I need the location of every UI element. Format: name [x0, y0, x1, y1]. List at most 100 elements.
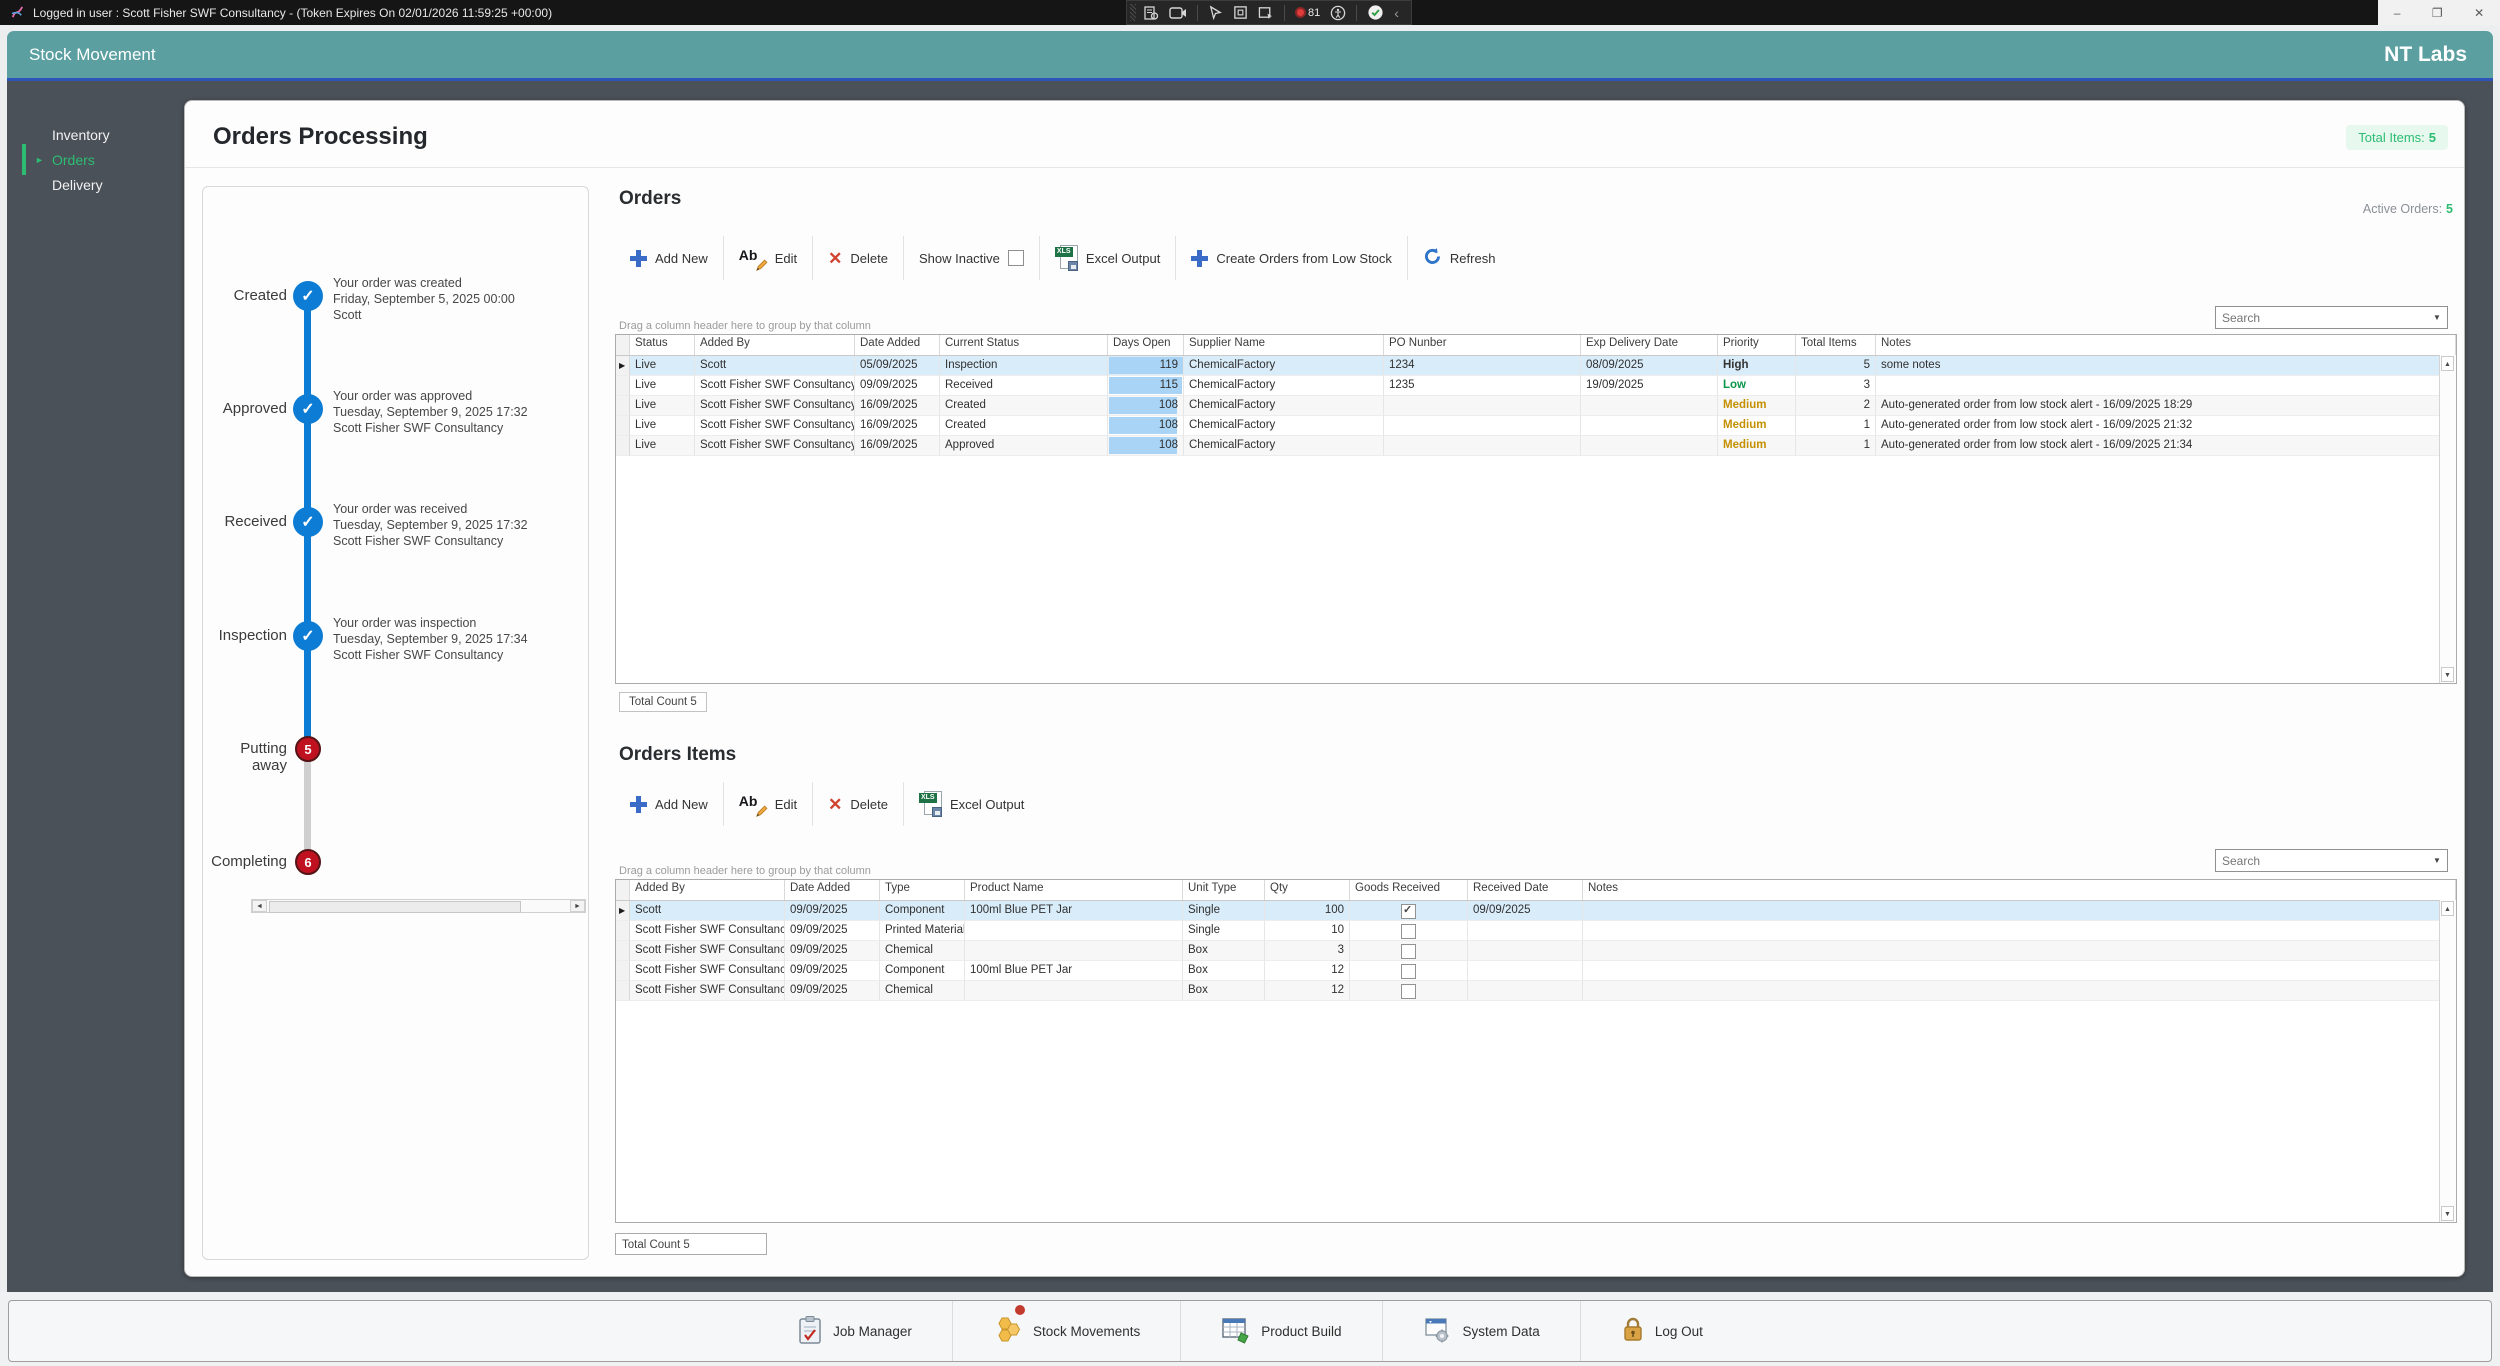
sidebar-item-inventory[interactable]: Inventory [12, 122, 180, 147]
table-row[interactable]: Scott Fisher SWF Consultancy09/09/2025Ch… [616, 981, 2456, 1001]
camera-icon[interactable] [1169, 6, 1187, 20]
column-header[interactable]: Supplier Name [1184, 335, 1384, 355]
timeline-check-node[interactable]: ✓ [293, 394, 323, 424]
recorder-settings-icon[interactable] [1143, 5, 1159, 21]
column-header[interactable]: Notes [1583, 880, 2456, 900]
button-label: System Data [1463, 1324, 1540, 1339]
column-header[interactable]: Date Added [785, 880, 880, 900]
cell: Medium [1718, 396, 1796, 416]
collapse-chevron-icon[interactable]: ‹ [1394, 6, 1399, 20]
refresh-button[interactable]: Refresh [1408, 247, 1511, 269]
sidebar-item-delivery[interactable]: Delivery [12, 172, 180, 197]
edit-button[interactable]: Ab Edit [724, 793, 812, 815]
vertical-scrollbar[interactable]: ▲ ▼ [2439, 355, 2456, 683]
scroll-down-button[interactable]: ▼ [2441, 667, 2454, 682]
edit-button[interactable]: Ab Edit [724, 247, 812, 269]
search-input[interactable] [2216, 854, 2427, 868]
column-header[interactable]: Status [630, 335, 695, 355]
active-orders-label: Active Orders: [2363, 202, 2442, 216]
scroll-up-button[interactable]: ▲ [2441, 901, 2454, 916]
job-manager-button[interactable]: Job Manager [757, 1301, 952, 1361]
accessibility-icon[interactable] [1330, 5, 1346, 21]
create-orders-from-low-stock-button[interactable]: Create Orders from Low Stock [1176, 250, 1407, 267]
timeline-pending-node[interactable]: 5 [295, 736, 321, 762]
restore-button[interactable]: ❐ [2432, 6, 2443, 20]
scroll-down-button[interactable]: ▼ [2441, 1206, 2454, 1221]
column-header[interactable]: Days Open [1108, 335, 1184, 355]
column-header[interactable]: Type [880, 880, 965, 900]
timeline-pending-node[interactable]: 6 [295, 849, 321, 875]
table-row[interactable]: LiveScott Fisher SWF Consultancy16/09/20… [616, 416, 2456, 436]
add-new-button[interactable]: Add New [615, 796, 723, 813]
scroll-left-button[interactable]: ◄ [252, 900, 267, 912]
column-header[interactable]: Priority [1718, 335, 1796, 355]
dropdown-caret-icon[interactable]: ▼ [2427, 313, 2447, 322]
dropdown-caret-icon[interactable]: ▼ [2427, 856, 2447, 865]
scroll-right-button[interactable]: ► [570, 900, 585, 912]
stock-movements-button[interactable]: Stock Movements [953, 1301, 1180, 1361]
timeline-check-node[interactable]: ✓ [293, 281, 323, 311]
goods-received-checkbox[interactable] [1401, 964, 1416, 979]
goods-received-checkbox[interactable] [1401, 924, 1416, 939]
table-row[interactable]: LiveScott Fisher SWF Consultancy16/09/20… [616, 436, 2456, 456]
search-input[interactable] [2216, 311, 2427, 325]
column-header[interactable]: Added By [695, 335, 855, 355]
log-out-button[interactable]: Log Out [1581, 1301, 1743, 1361]
table-row[interactable]: LiveScott Fisher SWF Consultancy16/09/20… [616, 396, 2456, 416]
orders-items-total-count[interactable]: Total Count 5 [615, 1233, 767, 1255]
vertical-scrollbar[interactable]: ▲ ▼ [2439, 900, 2456, 1222]
goods-received-checkbox[interactable] [1401, 984, 1416, 999]
cell: Scott Fisher SWF Consultancy [630, 981, 785, 1001]
region-select-icon[interactable] [1233, 5, 1248, 20]
scroll-up-button[interactable]: ▲ [2441, 356, 2454, 371]
goods-received-checkbox[interactable] [1401, 944, 1416, 959]
cell: Live [630, 416, 695, 436]
column-header[interactable]: Received Date [1468, 880, 1583, 900]
delete-button[interactable]: ✕ Delete [813, 250, 903, 267]
table-row[interactable]: ▶LiveScott05/09/2025Inspection119Chemica… [616, 356, 2456, 376]
column-header[interactable]: Notes [1876, 335, 2456, 355]
status-ok-icon[interactable] [1367, 4, 1384, 21]
timeline-horizontal-scrollbar[interactable]: ◄ ► [251, 899, 586, 913]
table-row[interactable]: Scott Fisher SWF Consultancy09/09/2025Ch… [616, 941, 2456, 961]
minimize-button[interactable]: – [2394, 6, 2401, 20]
column-header[interactable]: Qty [1265, 880, 1350, 900]
table-row[interactable]: Scott Fisher SWF Consultancy09/09/2025Pr… [616, 921, 2456, 941]
column-header[interactable]: Added By [630, 880, 785, 900]
delete-button[interactable]: ✕ Delete [813, 796, 903, 813]
column-header[interactable]: Total Items [1796, 335, 1876, 355]
excel-output-button[interactable]: XLS Excel Output [1040, 245, 1175, 271]
cell: 19/09/2025 [1581, 376, 1718, 396]
column-header[interactable]: PO Nunber [1384, 335, 1581, 355]
scrollbar-thumb[interactable] [269, 901, 521, 913]
window-select-icon[interactable] [1258, 5, 1274, 20]
system-data-button[interactable]: System Data [1383, 1301, 1580, 1361]
delete-x-icon: ✕ [828, 250, 842, 267]
column-header[interactable]: Product Name [965, 880, 1183, 900]
timeline-check-node[interactable]: ✓ [293, 507, 323, 537]
add-new-button[interactable]: Add New [615, 250, 723, 267]
product-build-button[interactable]: Product Build [1181, 1301, 1381, 1361]
goods-received-checkbox[interactable] [1401, 904, 1416, 919]
show-inactive-checkbox[interactable] [1008, 250, 1024, 266]
sidebar-item-orders[interactable]: ► Orders [12, 147, 180, 172]
days-open-value: 108 [1159, 438, 1178, 453]
table-row[interactable]: Scott Fisher SWF Consultancy09/09/2025Co… [616, 961, 2456, 981]
column-header[interactable]: Goods Received [1350, 880, 1468, 900]
timeline-check-node[interactable]: ✓ [293, 621, 323, 651]
table-row[interactable]: ▶Scott09/09/2025Component100ml Blue PET … [616, 901, 2456, 921]
show-inactive-toggle[interactable]: Show Inactive [904, 250, 1039, 266]
excel-output-button[interactable]: XLS Excel Output [904, 791, 1039, 817]
column-header[interactable]: Unit Type [1183, 880, 1265, 900]
priority-value: Medium [1723, 399, 1766, 411]
cell [1581, 416, 1718, 436]
cell: 09/09/2025 [785, 961, 880, 981]
table-row[interactable]: LiveScott Fisher SWF Consultancy09/09/20… [616, 376, 2456, 396]
cursor-select-icon[interactable] [1208, 5, 1223, 20]
days-open-value: 119 [1160, 358, 1178, 373]
column-header[interactable]: Date Added [855, 335, 940, 355]
column-header[interactable]: Exp Delivery Date [1581, 335, 1718, 355]
close-button[interactable]: ✕ [2474, 6, 2484, 20]
column-header[interactable]: Current Status [940, 335, 1108, 355]
orders-content: Orders Active Orders:5 Add New Ab Edit ✕ [602, 176, 2457, 1278]
